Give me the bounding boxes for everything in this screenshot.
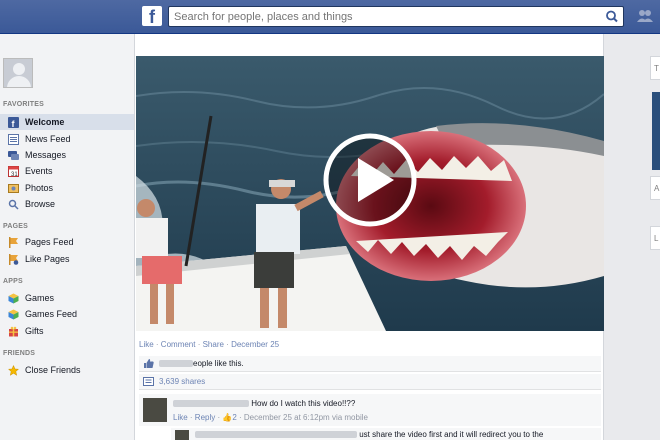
section-title-friends: FRIENDS — [3, 350, 36, 357]
section-title-favorites: FAVORITES — [3, 101, 44, 108]
commenter-avatar[interactable] — [143, 398, 167, 422]
section-title-pages: PAGES — [3, 223, 28, 230]
sidebar-item-gifts[interactable]: Gifts — [0, 323, 134, 339]
section-title-apps: APPS — [3, 278, 23, 285]
sidebar-item-photos[interactable]: Photos — [0, 180, 134, 196]
post-actions: Like · Comment · Share · December 25 — [139, 340, 280, 349]
sidebar-item-news-feed[interactable]: News Feed — [0, 131, 134, 147]
replier-avatar[interactable] — [175, 430, 189, 440]
sidebar-item-label: Close Friends — [25, 365, 81, 375]
reply: ust share the video first and it will re… — [171, 428, 601, 440]
events-calendar-icon: 31 — [8, 165, 19, 178]
sidebar-item-label: Pages Feed — [25, 237, 74, 247]
search-browse-icon — [8, 199, 19, 210]
messages-icon — [8, 150, 19, 161]
sidebar-item-games[interactable]: Games — [0, 290, 134, 306]
search-box[interactable] — [168, 6, 624, 27]
photos-icon — [8, 183, 19, 194]
shares-link[interactable]: 3,639 shares — [159, 377, 205, 386]
redacted-names — [159, 360, 193, 367]
share-link[interactable]: Share — [203, 340, 224, 349]
sidebar-item-label: Photos — [25, 183, 54, 193]
play-button[interactable] — [322, 132, 418, 228]
likes-row: eople like this. — [139, 356, 601, 372]
sidebar-item-label: Events — [25, 166, 53, 176]
thumbs-up-icon — [143, 358, 154, 369]
post-date[interactable]: December 25 — [231, 340, 279, 349]
sidebar-item-browse[interactable]: Browse — [0, 196, 134, 212]
like-link[interactable]: Like — [139, 340, 154, 349]
games-cube-icon — [8, 293, 19, 304]
sidebar-item-pages-feed[interactable]: Pages Feed — [0, 234, 134, 250]
sidebar-item-messages[interactable]: Messages — [0, 147, 134, 163]
right-column: T A L — [604, 34, 660, 440]
sidebar-item-close-friends[interactable]: Close Friends — [0, 362, 134, 378]
shares-icon — [143, 376, 154, 387]
svg-text:31: 31 — [11, 172, 18, 177]
friend-requests-icon[interactable] — [636, 8, 654, 24]
sidebar-item-events[interactable]: 31 Events — [0, 163, 134, 179]
sidebar-item-label: Gifts — [25, 326, 44, 336]
comment-like-thumb-icon: 👍 — [222, 413, 233, 422]
comment-reply-link[interactable]: Reply — [195, 413, 215, 422]
welcome-f-icon: f — [8, 116, 19, 129]
gift-icon — [8, 326, 19, 337]
search-button[interactable] — [601, 7, 623, 26]
shares-row: 3,639 shares — [139, 374, 601, 390]
top-bar: f — [0, 0, 660, 34]
likes-text[interactable]: eople like this. — [193, 359, 244, 368]
sidebar-item-label: Welcome — [25, 117, 65, 127]
right-box-2[interactable]: A — [650, 176, 660, 200]
facebook-logo-icon[interactable]: f — [142, 6, 162, 26]
news-feed-icon — [8, 133, 19, 145]
right-photo[interactable] — [652, 92, 660, 170]
redacted-commenter-name — [173, 400, 249, 408]
like-pages-icon — [8, 253, 19, 265]
sidebar-item-label: Browse — [25, 199, 56, 209]
pages-feed-icon — [8, 236, 19, 248]
sidebar-item-label: Like Pages — [25, 254, 70, 264]
search-input[interactable] — [169, 7, 599, 26]
comment-link[interactable]: Comment — [161, 340, 196, 349]
comment-timestamp: · December 25 at 6:12pm via mobile — [236, 413, 368, 422]
comment-meta: Like · Reply · 👍2 · December 25 at 6:12p… — [173, 413, 368, 422]
comment: How do I watch this video!!?? Like · Rep… — [139, 394, 601, 426]
sidebar-item-label: News Feed — [25, 134, 71, 144]
sidebar-item-like-pages[interactable]: Like Pages — [0, 251, 134, 267]
sidebar-item-label: Games — [25, 293, 55, 303]
games-feed-icon — [8, 309, 19, 320]
sidebar-item-welcome[interactable]: f Welcome — [0, 114, 134, 130]
news-feed-post: Like · Comment · Share · December 25 eop… — [134, 34, 604, 440]
sidebar-item-label: Messages — [25, 150, 67, 160]
reply-text: ust share the video first and it will re… — [359, 430, 544, 439]
right-box-3[interactable]: L — [650, 226, 660, 250]
search-icon — [606, 10, 618, 23]
right-box-1[interactable]: T — [650, 56, 660, 80]
video-thumbnail[interactable] — [136, 56, 604, 331]
redacted-replier-name — [195, 431, 357, 439]
comment-text: How do I watch this video!!?? — [173, 399, 355, 408]
star-icon — [7, 364, 20, 376]
sidebar-item-label: Games Feed — [25, 309, 78, 319]
left-sidebar: FAVORITES f Welcome News Feed Messages 3… — [0, 34, 134, 440]
play-icon — [323, 133, 417, 227]
sidebar-item-games-feed[interactable]: Games Feed — [0, 306, 134, 322]
comment-like-link[interactable]: Like — [173, 413, 188, 422]
profile-avatar[interactable] — [3, 58, 33, 88]
